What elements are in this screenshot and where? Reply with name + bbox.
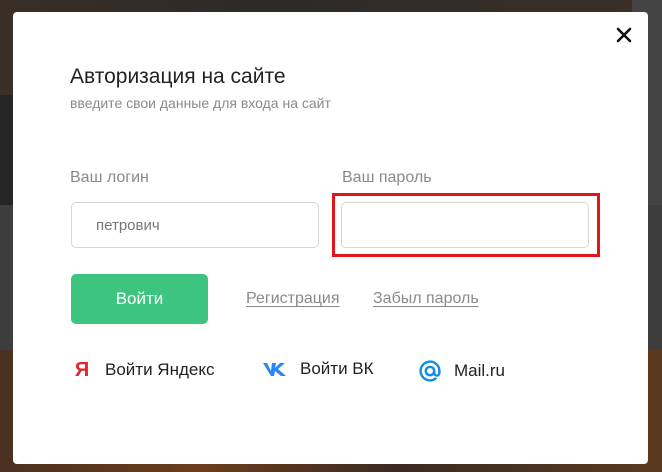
- yandex-login-button[interactable]: Я Войти Яндекс: [73, 358, 215, 381]
- close-button[interactable]: [613, 24, 635, 46]
- vk-login-label: Войти ВК: [300, 359, 374, 378]
- login-button[interactable]: Войти: [71, 274, 208, 324]
- yandex-icon: Я: [74, 358, 90, 381]
- password-input[interactable]: [341, 202, 589, 248]
- register-link[interactable]: Регистрация: [246, 290, 340, 308]
- modal-title: Авторизация на сайте: [70, 65, 286, 88]
- close-icon: [616, 27, 632, 43]
- login-label: Ваш логин: [70, 169, 149, 186]
- forgot-password-link[interactable]: Забыл пароль: [373, 290, 479, 308]
- mail-at-icon: [418, 359, 442, 383]
- mail-login-button[interactable]: Mail.ru: [418, 359, 505, 383]
- vk-login-button[interactable]: Войти ВК: [262, 359, 374, 379]
- password-label: Ваш пароль: [342, 169, 432, 186]
- login-modal: Авторизация на сайте введите свои данные…: [13, 12, 648, 464]
- modal-subtitle: введите свои данные для входа на сайт: [70, 95, 331, 111]
- yandex-login-label: Войти Яндекс: [105, 360, 215, 379]
- login-input[interactable]: [71, 202, 319, 248]
- mail-login-label: Mail.ru: [454, 361, 506, 380]
- vk-icon: [262, 360, 288, 378]
